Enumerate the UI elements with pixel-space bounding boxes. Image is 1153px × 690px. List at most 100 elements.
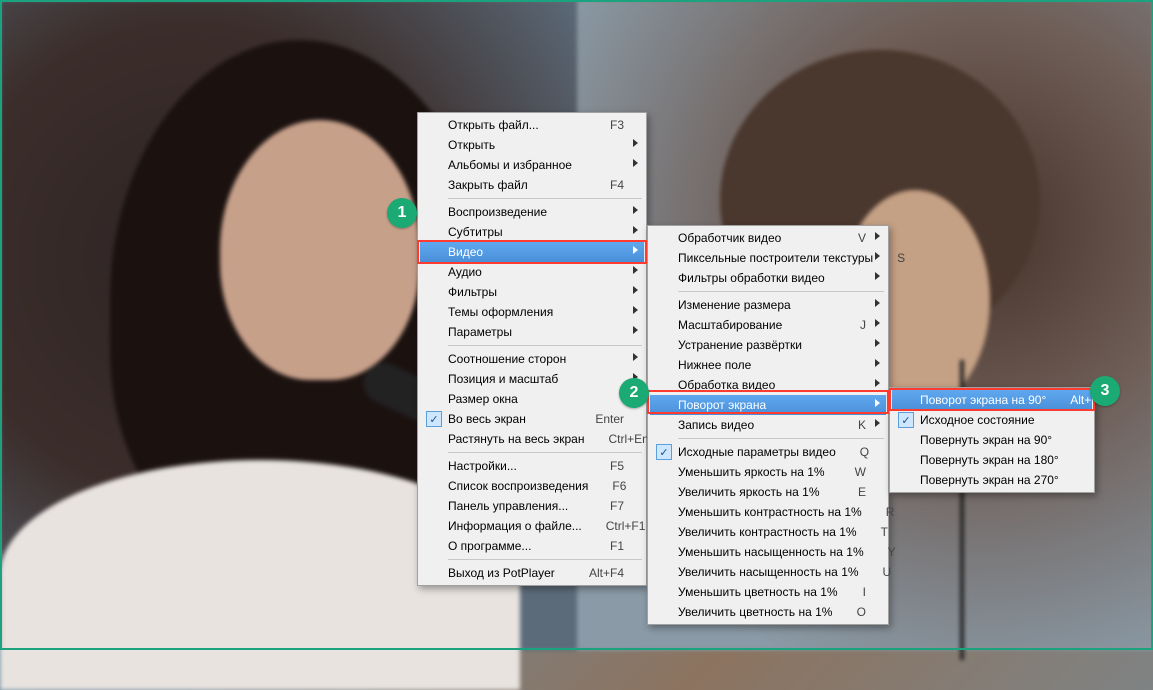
menu-item[interactable]: Фильтры обработки видео — [650, 268, 886, 288]
menu-item[interactable]: Список воспроизведенияF6 — [420, 476, 644, 496]
menu-item[interactable]: Открыть файл...F3 — [420, 115, 644, 135]
menu-item-label: Запись видео — [678, 418, 834, 432]
menu-item-label: Настройки... — [448, 459, 586, 473]
menu-item[interactable]: Обработчик видеоV — [650, 228, 886, 248]
menu-item-label: Открыть файл... — [448, 118, 586, 132]
chevron-right-icon — [633, 326, 638, 334]
menu-item-label: Уменьшить насыщенность на 1% — [678, 545, 864, 559]
menu-item-label: Нижнее поле — [678, 358, 866, 372]
menu-item[interactable]: Закрыть файлF4 — [420, 175, 644, 195]
menu-item[interactable]: Позиция и масштаб — [420, 369, 644, 389]
menu-item-label: Темы оформления — [448, 305, 624, 319]
chevron-right-icon — [633, 139, 638, 147]
menu-item[interactable]: ✓Исходные параметры видеоQ — [650, 442, 886, 462]
separator — [448, 452, 642, 453]
check-icon: ✓ — [426, 411, 442, 427]
menu-item-label: Позиция и масштаб — [448, 372, 624, 386]
menu-item[interactable]: Темы оформления — [420, 302, 644, 322]
annotation-badge-3: 3 — [1090, 376, 1120, 406]
menu-item-label: Поворот экрана — [678, 398, 866, 412]
menu-item-label: Закрыть файл — [448, 178, 586, 192]
menu-item-label: Соотношение сторон — [448, 352, 624, 366]
menu-item-label: Во весь экран — [448, 412, 571, 426]
menu-item[interactable]: Уменьшить насыщенность на 1%Y — [650, 542, 886, 562]
menu-item[interactable]: ✓Во весь экранEnter — [420, 409, 644, 429]
menu-item[interactable]: Повернуть экран на 270° — [892, 470, 1092, 490]
menu-item-accelerator: F7 — [610, 499, 624, 513]
menu-item-label: Растянуть на весь экран — [448, 432, 584, 446]
menu-item[interactable]: Фильтры — [420, 282, 644, 302]
menu-item-accelerator: F5 — [610, 459, 624, 473]
menu-item[interactable]: Размер окна — [420, 389, 644, 409]
menu-item-label: Уменьшить цветность на 1% — [678, 585, 839, 599]
menu-item-label: Выход из PotPlayer — [448, 566, 565, 580]
submenu-rotate-screen: Поворот экрана на 90°Alt+K✓Исходное сост… — [889, 387, 1095, 493]
menu-item[interactable]: Повернуть экран на 90° — [892, 430, 1092, 450]
menu-item[interactable]: Устранение развёртки — [650, 335, 886, 355]
menu-item-label: Панель управления... — [448, 499, 586, 513]
menu-item-label: Масштабирование — [678, 318, 836, 332]
menu-item-accelerator: Y — [888, 545, 896, 559]
menu-item[interactable]: Настройки... F5 — [420, 456, 644, 476]
menu-item-label: Повернуть экран на 270° — [920, 473, 1072, 487]
menu-item[interactable]: Обработка видео — [650, 375, 886, 395]
menu-item[interactable]: Увеличить насыщенность на 1%U — [650, 562, 886, 582]
menu-item[interactable]: Субтитры — [420, 222, 644, 242]
menu-item[interactable]: Воспроизведение — [420, 202, 644, 222]
chevron-right-icon — [875, 299, 880, 307]
menu-item-label: Обработчик видео — [678, 231, 834, 245]
chevron-right-icon — [875, 232, 880, 240]
menu-item[interactable]: Поворот экрана — [650, 395, 886, 415]
menu-item[interactable]: Альбомы и избранное — [420, 155, 644, 175]
chevron-right-icon — [633, 206, 638, 214]
chevron-right-icon — [875, 339, 880, 347]
menu-item-accelerator: W — [855, 465, 866, 479]
submenu-video: Обработчик видеоVПиксельные построители … — [647, 225, 889, 625]
menu-item[interactable]: Нижнее поле — [650, 355, 886, 375]
menu-item-label: Параметры — [448, 325, 624, 339]
menu-item[interactable]: Уменьшить цветность на 1%I — [650, 582, 886, 602]
menu-item-label: Уменьшить яркость на 1% — [678, 465, 831, 479]
chevron-right-icon — [633, 226, 638, 234]
chevron-right-icon — [633, 306, 638, 314]
menu-item[interactable]: Изменение размера — [650, 295, 886, 315]
menu-item[interactable]: Запись видео K — [650, 415, 886, 435]
menu-item[interactable]: Информация о файле...Ctrl+F1 — [420, 516, 644, 536]
menu-item[interactable]: Пиксельные построители текстурыS — [650, 248, 886, 268]
menu-item[interactable]: Уменьшить контрастность на 1%R — [650, 502, 886, 522]
separator — [448, 345, 642, 346]
menu-item[interactable]: Повернуть экран на 180° — [892, 450, 1092, 470]
chevron-right-icon — [633, 286, 638, 294]
menu-item-label: Повернуть экран на 180° — [920, 453, 1072, 467]
menu-item-accelerator: K — [858, 418, 866, 432]
chevron-right-icon — [875, 399, 880, 407]
menu-item-label: Повернуть экран на 90° — [920, 433, 1072, 447]
separator — [448, 559, 642, 560]
menu-item[interactable]: Панель управления... F7 — [420, 496, 644, 516]
menu-item[interactable]: Соотношение сторон — [420, 349, 644, 369]
chevron-right-icon — [875, 319, 880, 327]
menu-item[interactable]: МасштабированиеJ — [650, 315, 886, 335]
menu-item-accelerator: E — [858, 485, 866, 499]
menu-item-accelerator: T — [881, 525, 888, 539]
menu-item[interactable]: Выход из PotPlayerAlt+F4 — [420, 563, 644, 583]
separator — [678, 291, 884, 292]
menu-item[interactable]: Видео — [420, 242, 644, 262]
menu-item[interactable]: Растянуть на весь экранCtrl+Enter — [420, 429, 644, 449]
menu-item[interactable]: Открыть — [420, 135, 644, 155]
menu-item[interactable]: Уменьшить яркость на 1% W — [650, 462, 886, 482]
chevron-right-icon — [875, 419, 880, 427]
menu-item[interactable]: ✓Исходное состояние — [892, 410, 1092, 430]
menu-item[interactable]: Поворот экрана на 90°Alt+K — [892, 390, 1092, 410]
menu-item[interactable]: Увеличить контрастность на 1%T — [650, 522, 886, 542]
chevron-right-icon — [875, 272, 880, 280]
menu-item[interactable]: О программе...F1 — [420, 536, 644, 556]
menu-item-label: Аудио — [448, 265, 624, 279]
menu-item[interactable]: Увеличить яркость на 1%E — [650, 482, 886, 502]
menu-item-label: Информация о файле... — [448, 519, 582, 533]
menu-item-label: Воспроизведение — [448, 205, 624, 219]
menu-item[interactable]: Параметры — [420, 322, 644, 342]
menu-item[interactable]: Аудио — [420, 262, 644, 282]
menu-item[interactable]: Увеличить цветность на 1%O — [650, 602, 886, 622]
menu-item-label: Видео — [448, 245, 624, 259]
